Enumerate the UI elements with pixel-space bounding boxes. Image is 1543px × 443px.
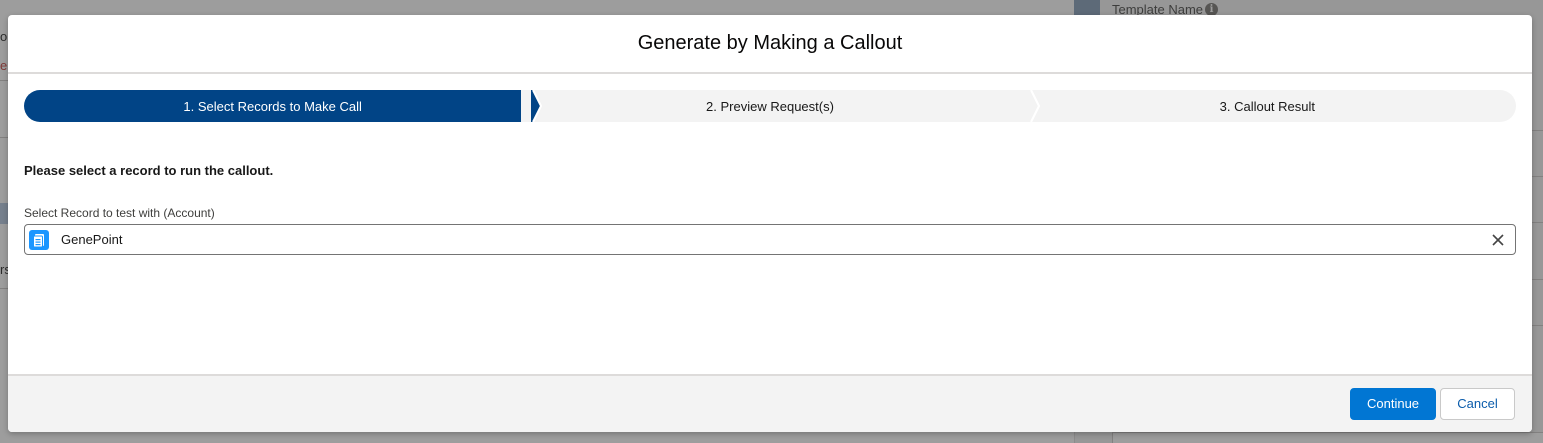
path-step-label: 3. Callout Result	[1219, 98, 1316, 114]
cancel-button[interactable]: Cancel	[1440, 388, 1515, 420]
record-lookup-input[interactable]: GenePoint	[24, 224, 1516, 255]
path-step-select-records[interactable]: 1. Select Records to Make Call	[24, 90, 543, 122]
record-field-label: Select Record to test with (Account)	[24, 206, 215, 220]
path-step-label: 2. Preview Request(s)	[706, 98, 834, 114]
instruction-text: Please select a record to run the callou…	[24, 163, 274, 178]
modal-header: Generate by Making a Callout	[8, 15, 1532, 74]
continue-button[interactable]: Continue	[1350, 388, 1436, 420]
selected-record-value: GenePoint	[61, 232, 123, 247]
account-icon	[29, 230, 49, 250]
path-step-callout-result[interactable]: 3. Callout Result	[1018, 90, 1516, 122]
path-step-label: 1. Select Records to Make Call	[183, 98, 362, 114]
callout-modal: Generate by Making a Callout 1. Select R…	[8, 15, 1532, 432]
clear-selection-icon[interactable]	[1491, 233, 1505, 247]
modal-footer: Continue Cancel	[8, 374, 1532, 432]
modal-title: Generate by Making a Callout	[637, 32, 903, 54]
progress-path: 1. Select Records to Make Call 2. Previe…	[24, 90, 1516, 122]
path-step-preview-requests[interactable]: 2. Preview Request(s)	[521, 90, 1040, 122]
